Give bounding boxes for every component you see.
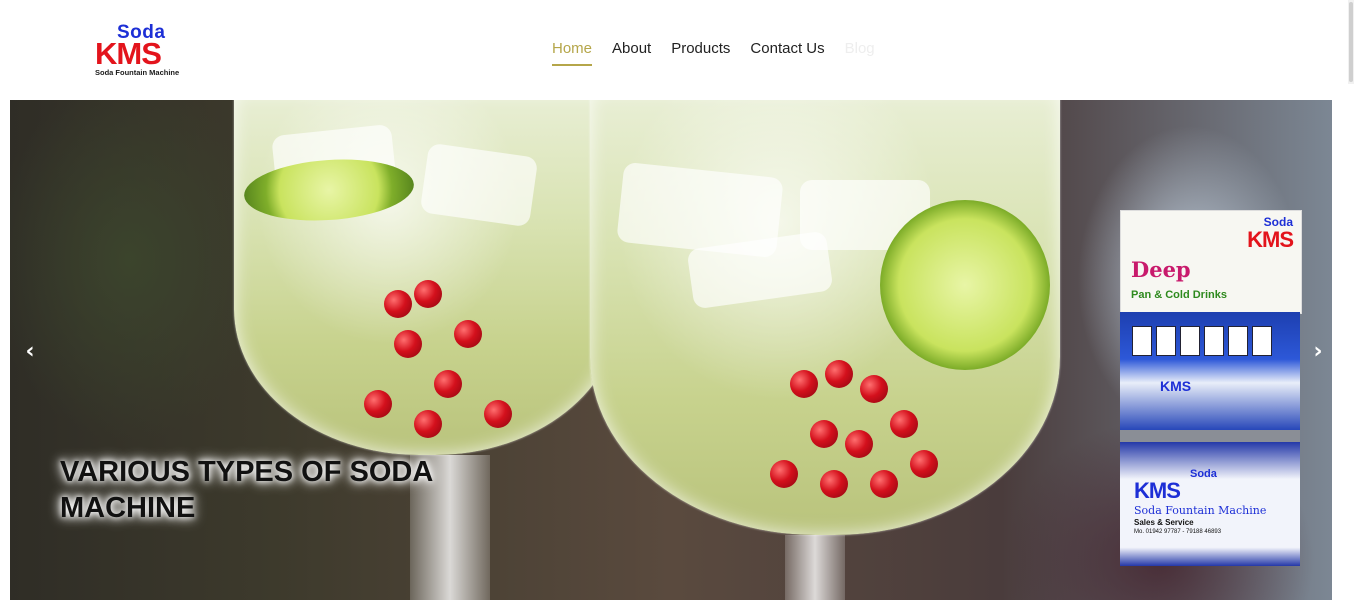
page-scrollbar[interactable]	[1348, 0, 1354, 84]
slide-caption: VARIOUS TYPES OF SODA MACHINE	[60, 456, 433, 524]
nav-item-products[interactable]: Products	[671, 40, 730, 66]
nav-item-blog[interactable]: Blog	[845, 40, 875, 66]
glass-stem-right	[785, 535, 845, 600]
machine-lower-line1: Soda Fountain Machine	[1134, 504, 1267, 517]
drink-glass-left	[234, 100, 620, 455]
site-header: Soda KMS Soda Fountain Machine Home Abou…	[0, 0, 1354, 100]
machine-mid-brand: KMS	[1160, 378, 1192, 394]
machine-bottom-panel: Soda KMS Soda Fountain Machine Sales & S…	[1120, 442, 1300, 566]
chevron-right-icon[interactable]: ›	[1306, 340, 1330, 364]
machine-lower-line3: Mo. 01942 97787 - 79188 46893	[1134, 529, 1222, 535]
logo-brand: KMS	[95, 36, 162, 71]
hero-slider: VARIOUS TYPES OF SODA MACHINE Soda KMS D…	[10, 100, 1332, 600]
machine-brand-label: KMS	[1247, 227, 1294, 252]
logo-tagline: Soda Fountain Machine	[95, 68, 180, 77]
machine-dispenser-panel: KMS	[1120, 312, 1300, 430]
soda-machine-image: Soda KMS Deep Pan & Cold Drinks KMS Soda…	[1120, 210, 1302, 566]
machine-lower-soda: Soda	[1190, 468, 1217, 480]
machine-drip-tray	[1120, 430, 1300, 442]
site-logo[interactable]: Soda KMS Soda Fountain Machine	[95, 22, 195, 78]
chevron-left-icon[interactable]: ‹	[18, 340, 42, 364]
drink-glass-right	[590, 100, 1060, 535]
nav-item-home[interactable]: Home	[552, 40, 593, 66]
machine-lower-line2: Sales & Service	[1134, 518, 1194, 527]
dispenser-valves	[1132, 326, 1272, 356]
machine-title: Deep	[1131, 257, 1191, 282]
main-nav: Home About Products Contact Us Blog	[552, 40, 895, 66]
nav-item-contact-us[interactable]: Contact Us	[750, 40, 824, 66]
machine-top-panel: Soda KMS Deep Pan & Cold Drinks	[1120, 210, 1302, 314]
machine-lower-brand: KMS	[1134, 478, 1181, 503]
machine-subtitle: Pan & Cold Drinks	[1131, 289, 1227, 301]
scrollbar-thumb[interactable]	[1349, 2, 1353, 82]
nav-item-about[interactable]: About	[612, 40, 651, 66]
